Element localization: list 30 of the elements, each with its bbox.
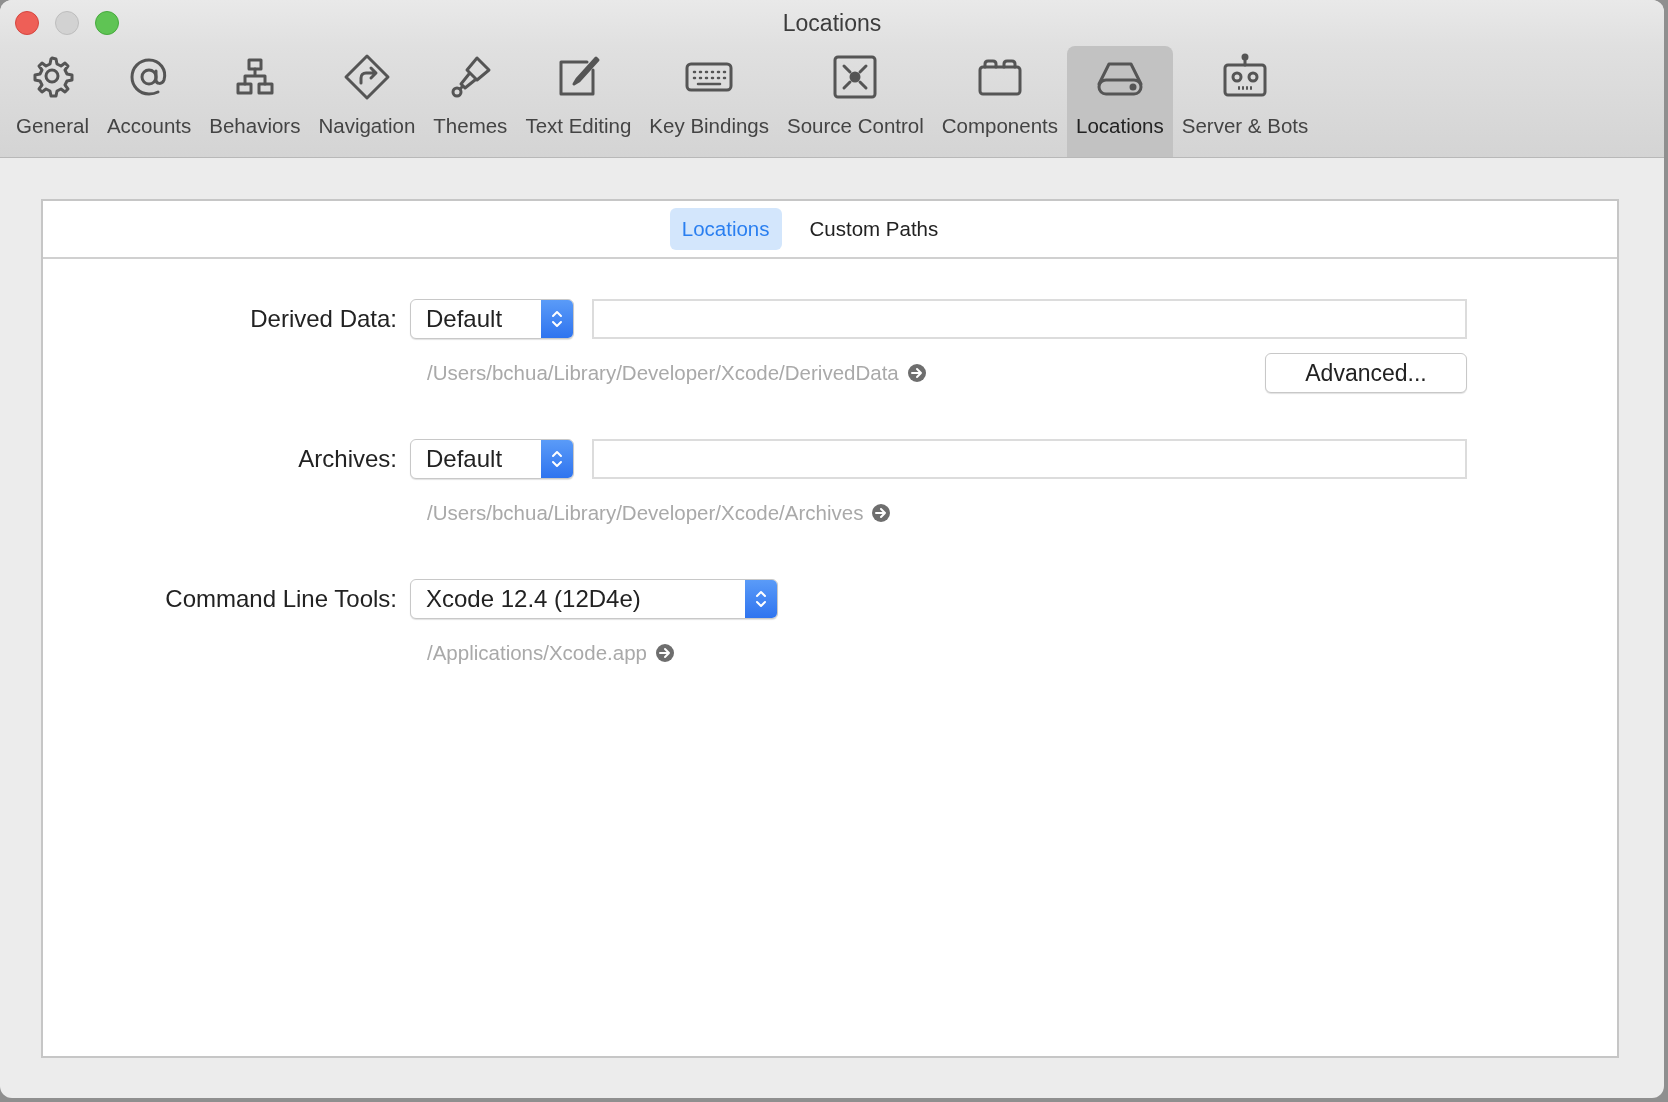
popup-button[interactable]: Xcode 12.4 (12D4e)	[410, 579, 778, 619]
toolbar-item[interactable]: Accounts	[97, 46, 201, 157]
path-text: /Users/bchua/Library/Developer/Xcode/DerivedData	[427, 361, 899, 385]
toolbar-item[interactable]: Server & Bots	[1172, 46, 1318, 157]
close-button[interactable]	[15, 11, 39, 35]
toolbar-item[interactable]: Behaviors	[200, 46, 310, 157]
toolbar-item[interactable]: Text Editing	[516, 46, 641, 157]
field-label: Archives:	[297, 445, 397, 473]
popup-button[interactable]: Default	[410, 299, 574, 339]
path-field[interactable]	[592, 439, 1467, 479]
toolbar-item[interactable]: Components	[932, 46, 1067, 157]
window-title: Locations	[781, 9, 883, 37]
arrow-circle-icon[interactable]	[906, 363, 927, 383]
toolbar-item[interactable]: Source Control	[778, 46, 933, 157]
field-label: Derived Data:	[249, 305, 397, 333]
toolbar-item[interactable]: Locations	[1067, 46, 1173, 157]
advanced-button[interactable]: Advanced...	[1265, 353, 1467, 393]
field-label: Command Line Tools:	[164, 585, 397, 613]
toolbar-item[interactable]: Navigation	[309, 46, 425, 157]
path-text: /Users/bchua/Library/Developer/Xcode/Archives	[427, 501, 864, 525]
zoom-button[interactable]	[95, 11, 119, 35]
popup-button[interactable]: Default	[410, 439, 574, 479]
toolbar-item[interactable]: Key Bindings	[640, 46, 779, 157]
path-field[interactable]	[592, 299, 1467, 339]
arrow-circle-icon[interactable]	[871, 503, 892, 523]
path-text: /Applications/Xcode.app	[427, 641, 647, 665]
toolbar-item[interactable]: General	[7, 46, 98, 157]
toolbar-item[interactable]: Themes	[424, 46, 517, 157]
tab[interactable]: Custom Paths	[797, 208, 951, 250]
arrow-circle-icon[interactable]	[654, 643, 675, 663]
